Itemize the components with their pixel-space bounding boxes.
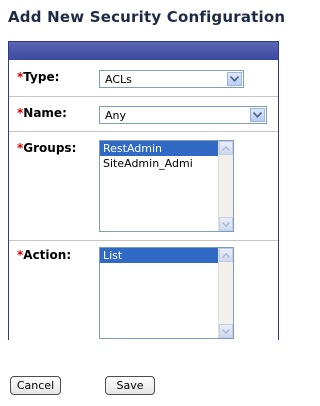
save-button[interactable]: Save xyxy=(105,376,155,395)
name-select-value: Any xyxy=(105,109,127,122)
form-header-bar xyxy=(9,42,278,60)
name-row: *Name: Any xyxy=(9,96,278,132)
scroll-down-icon[interactable] xyxy=(219,324,233,338)
scroll-up-icon[interactable] xyxy=(219,248,233,262)
action-option-list[interactable]: List xyxy=(100,248,233,263)
page-title: Add New Security Configuration xyxy=(8,8,286,26)
scroll-up-icon[interactable] xyxy=(219,141,233,155)
type-select[interactable]: ACLs xyxy=(99,70,244,88)
action-row: *Action: List xyxy=(9,240,278,341)
name-select[interactable]: Any xyxy=(99,106,267,124)
chevron-down-icon[interactable] xyxy=(227,72,242,86)
action-scrollbar[interactable] xyxy=(218,248,233,338)
action-label: *Action: xyxy=(17,248,72,262)
groups-option-siteadmin[interactable]: SiteAdmin_Admi xyxy=(100,156,233,171)
groups-label: *Groups: xyxy=(17,141,77,155)
chevron-down-icon[interactable] xyxy=(250,108,265,122)
security-config-form: *Type: ACLs *Name: Any *Groups: RestAdmi… xyxy=(8,41,279,340)
groups-listbox[interactable]: RestAdmin SiteAdmin_Admi xyxy=(99,140,234,232)
action-listbox[interactable]: List xyxy=(99,247,234,339)
cancel-button[interactable]: Cancel xyxy=(10,376,61,395)
type-row: *Type: ACLs xyxy=(9,60,278,97)
groups-option-restadmin[interactable]: RestAdmin xyxy=(100,141,233,156)
groups-scrollbar[interactable] xyxy=(218,141,233,231)
name-label: *Name: xyxy=(17,106,67,120)
scroll-down-icon[interactable] xyxy=(219,217,233,231)
type-label: *Type: xyxy=(17,70,60,84)
type-select-value: ACLs xyxy=(105,73,132,86)
groups-row: *Groups: RestAdmin SiteAdmin_Admi xyxy=(9,131,278,241)
